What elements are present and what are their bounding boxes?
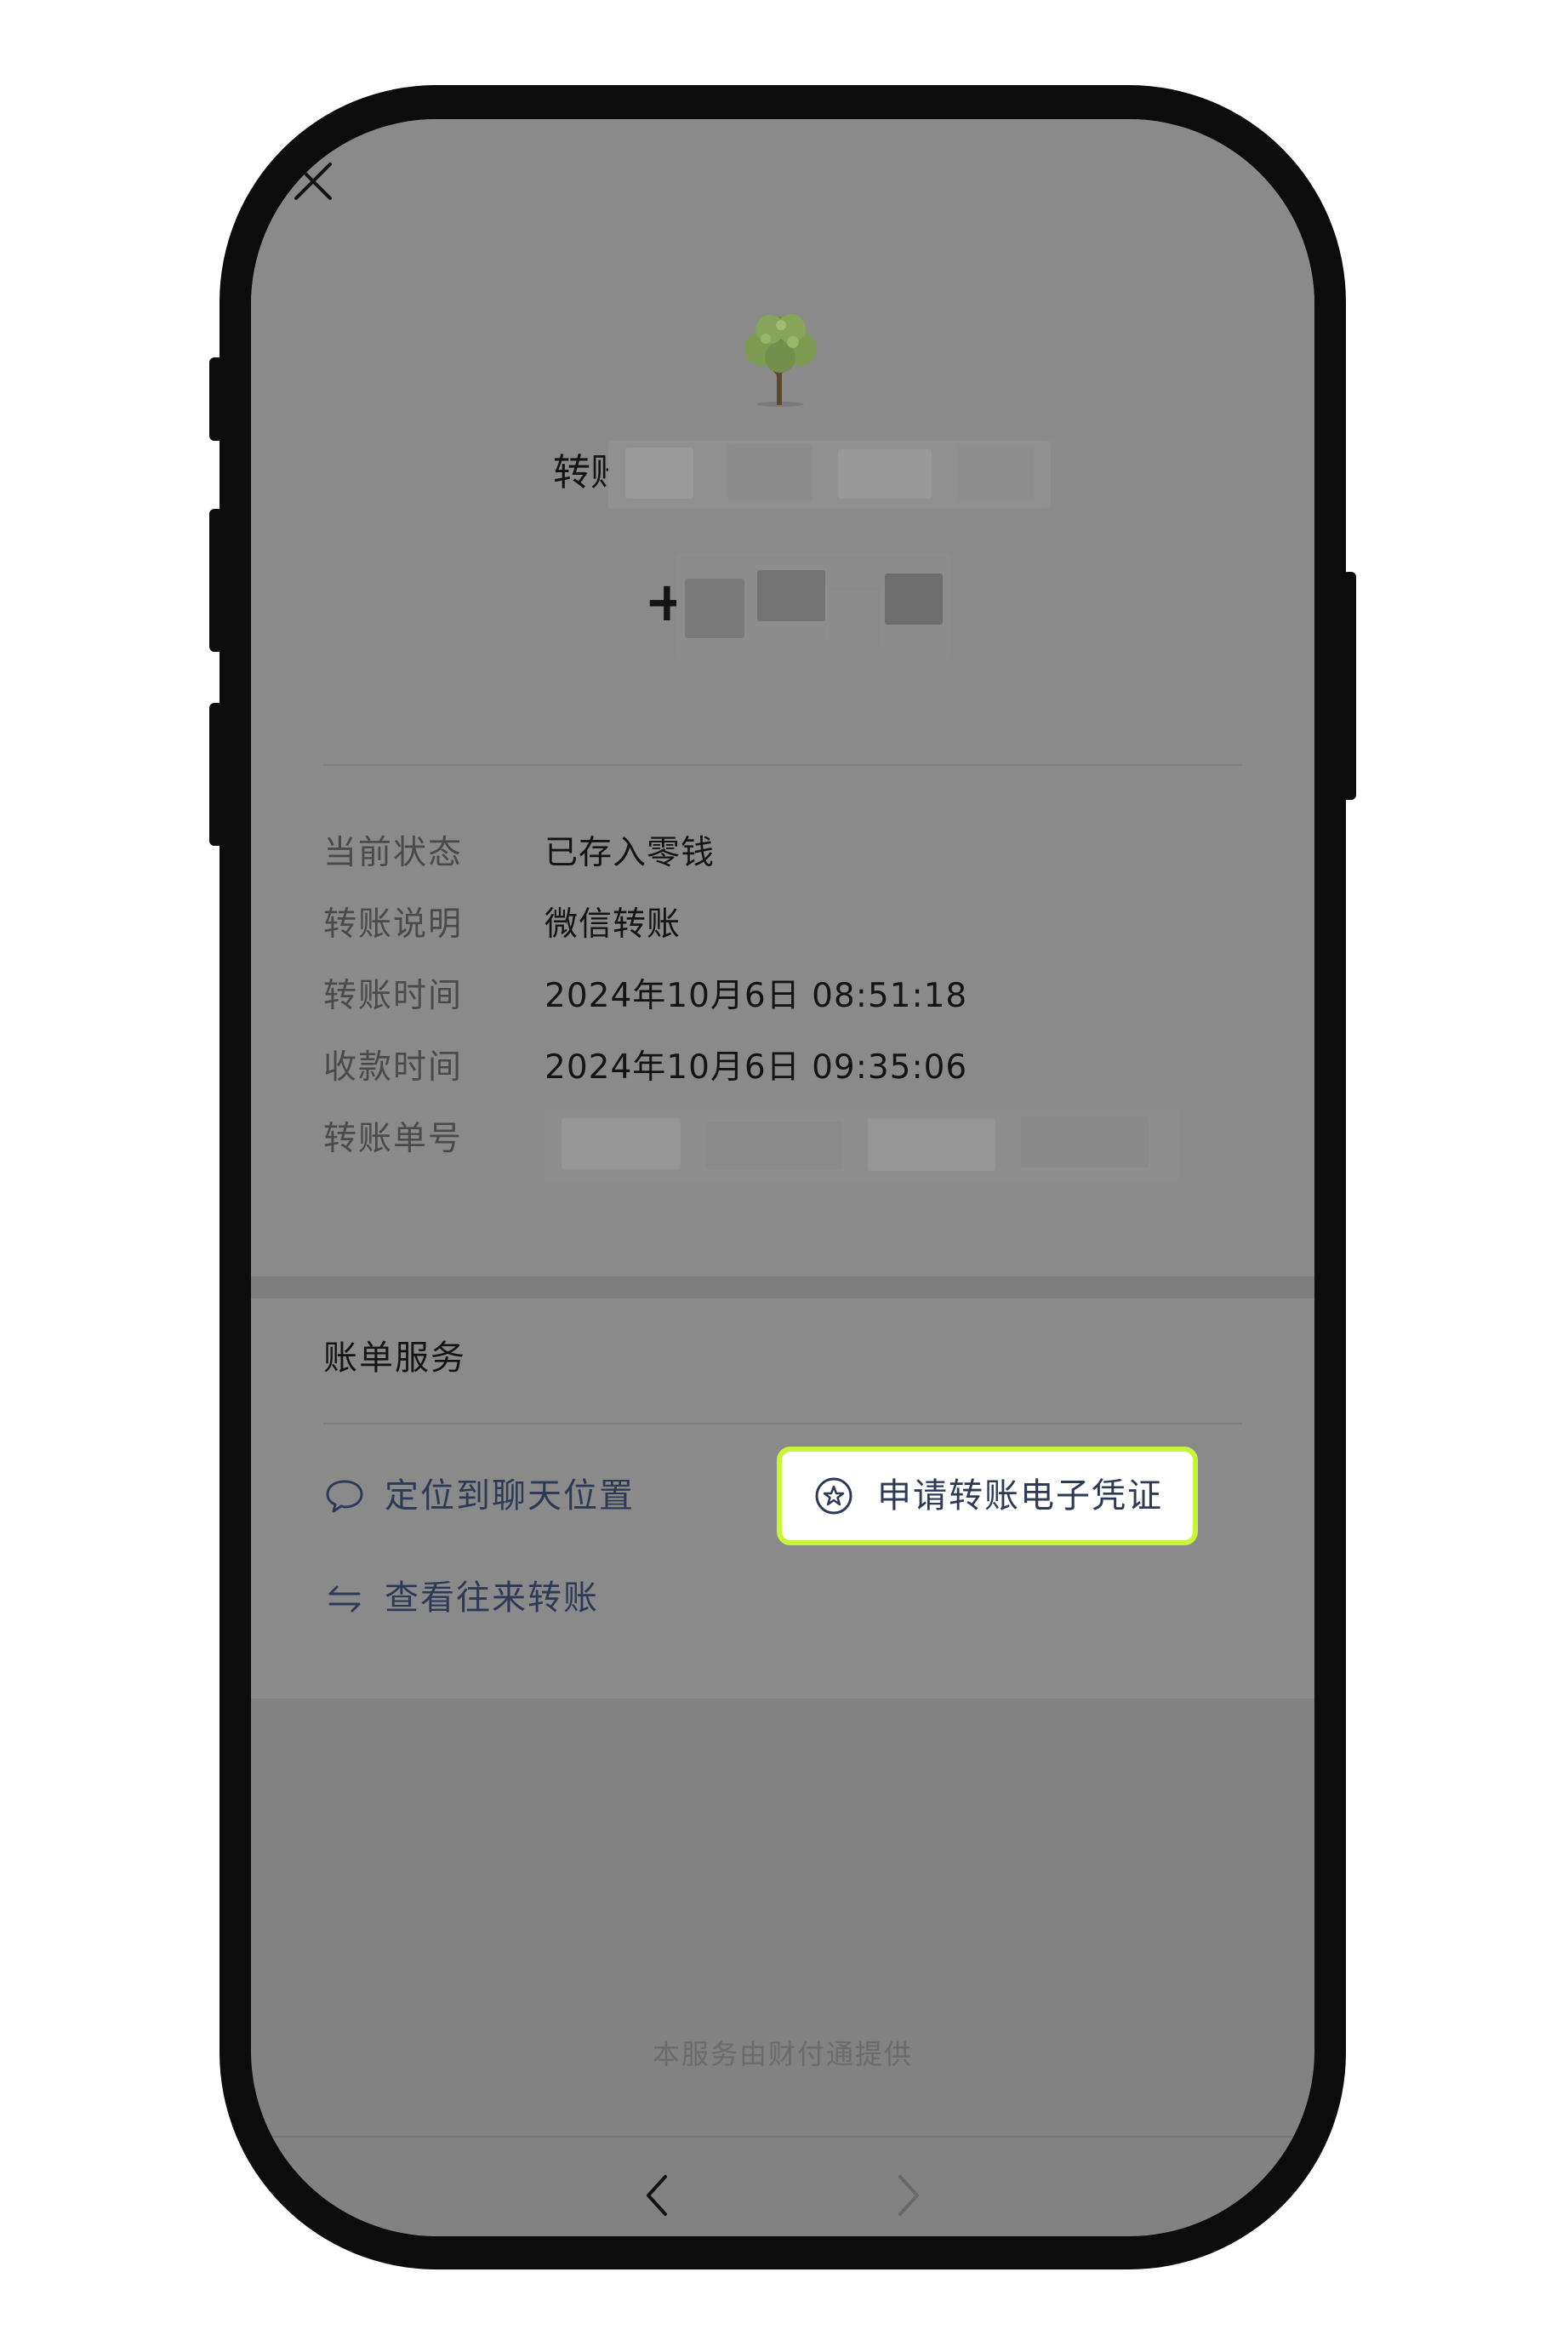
view-history-button[interactable]: 查看往来转账 xyxy=(323,1574,599,1622)
transfer-time-label: 转账时间 xyxy=(323,977,464,1015)
apply-voucher-button[interactable]: 申请转账电子凭证 xyxy=(777,1447,1198,1545)
chevron-left-icon[interactable] xyxy=(640,2170,674,2221)
swap-arrows-icon xyxy=(328,1585,361,1613)
receive-time-value: 2024年10月6日 09:35:06 xyxy=(545,1048,968,1087)
remark-value: 微信转账 xyxy=(545,905,681,944)
obscured-transfer-number xyxy=(545,1110,1178,1181)
transfer-detail-panel xyxy=(251,119,1314,1276)
status-label: 当前状态 xyxy=(323,834,464,872)
phone-side-button-power xyxy=(1343,572,1356,800)
obscured-amount xyxy=(676,553,950,660)
remark-label: 转账说明 xyxy=(323,905,464,944)
provider-note: 本服务由财付通提供 xyxy=(652,2038,913,2070)
view-history-label: 查看往来转账 xyxy=(385,1578,599,1618)
receive-time-label: 收款时间 xyxy=(323,1048,464,1087)
locate-chat-label: 定位到聊天位置 xyxy=(385,1476,635,1516)
phone-screen: 转账 + 当前状态 已存入零钱 转账说明 微信转账 转账时间 2024年10月6… xyxy=(251,119,1314,2236)
status-value: 已存入零钱 xyxy=(545,834,716,872)
star-circle-icon xyxy=(815,1477,852,1515)
services-divider xyxy=(323,1423,1242,1424)
apply-voucher-label: 申请转账电子凭证 xyxy=(877,1476,1163,1516)
phone-side-button-volume-up xyxy=(209,509,223,652)
tree-avatar-icon xyxy=(744,314,817,407)
bill-services-title: 账单服务 xyxy=(323,1339,466,1378)
close-icon[interactable] xyxy=(292,160,334,203)
locate-chat-button[interactable]: 定位到聊天位置 xyxy=(323,1472,635,1520)
transfer-time-value: 2024年10月6日 08:51:18 xyxy=(545,977,968,1015)
phone-side-button-mute xyxy=(209,357,223,441)
bottom-toolbar-divider xyxy=(251,2136,1314,2138)
section-gap xyxy=(251,1276,1314,1299)
chevron-right-icon[interactable] xyxy=(892,2170,926,2221)
chat-bubble-icon xyxy=(326,1480,363,1513)
phone-side-button-volume-down xyxy=(209,703,223,846)
obscured-payer-name xyxy=(608,441,1051,509)
detail-divider xyxy=(323,764,1242,766)
transfer-number-label: 转账单号 xyxy=(323,1120,464,1158)
